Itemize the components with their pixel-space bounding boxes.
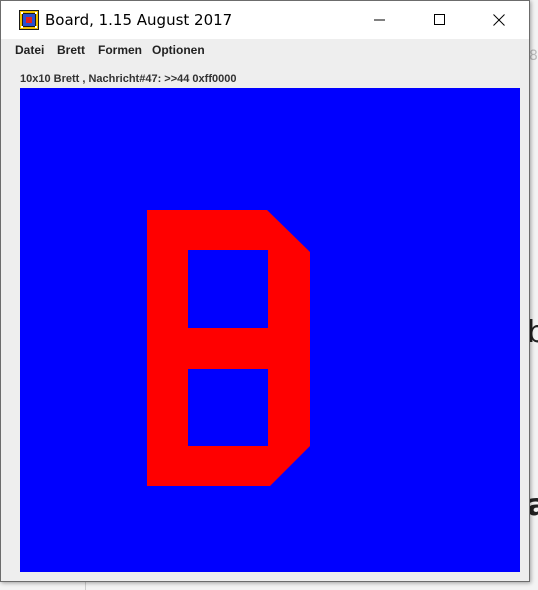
minimize-button[interactable] bbox=[357, 1, 403, 39]
window-title: Board, 1.15 August 2017 bbox=[45, 11, 233, 29]
minimize-icon bbox=[374, 19, 385, 21]
board-canvas[interactable] bbox=[20, 88, 520, 572]
menu-bar: Datei Brett Formen Optionen bbox=[1, 39, 529, 61]
background-text-fragment: 8 bbox=[529, 48, 538, 64]
maximize-icon bbox=[434, 14, 445, 25]
menu-datei[interactable]: Datei bbox=[15, 43, 44, 57]
menu-formen[interactable]: Formen bbox=[98, 43, 142, 57]
app-icon[interactable] bbox=[19, 10, 39, 30]
letter-b-shape bbox=[147, 210, 310, 486]
board-drawing bbox=[147, 210, 310, 486]
status-message: 10x10 Brett , Nachricht#47: >>44 0xff000… bbox=[20, 73, 237, 85]
menu-brett[interactable]: Brett bbox=[57, 43, 85, 57]
title-bar[interactable]: Board, 1.15 August 2017 bbox=[1, 1, 529, 39]
menu-optionen[interactable]: Optionen bbox=[152, 43, 205, 57]
maximize-button[interactable] bbox=[417, 1, 463, 39]
board-window: Board, 1.15 August 2017 Datei Brett Form… bbox=[0, 0, 530, 582]
close-button[interactable] bbox=[476, 1, 522, 39]
close-icon bbox=[493, 14, 505, 26]
